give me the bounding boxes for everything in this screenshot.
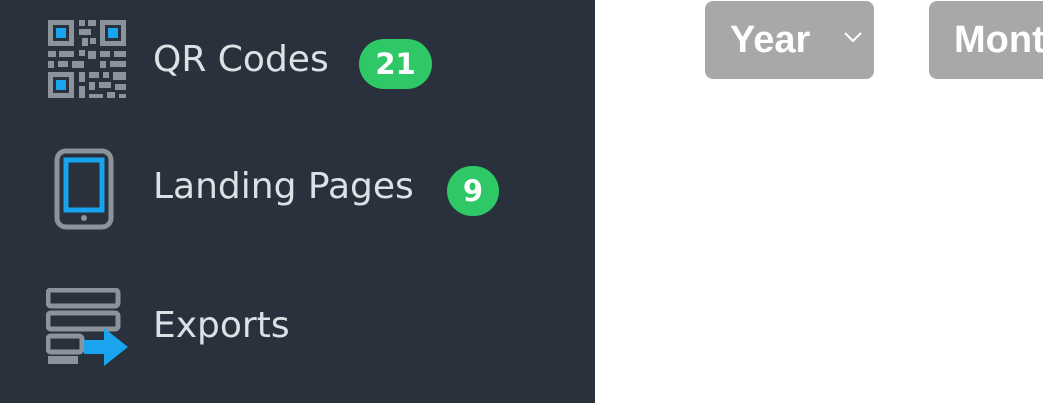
sidebar-item-label: QR Codes (153, 39, 329, 80)
export-icon (46, 288, 128, 366)
sidebar-item-exports[interactable]: Exports (0, 270, 595, 380)
sidebar: QR Codes 21 Landing Pages 9 Exports (0, 0, 595, 403)
month-dropdown-label: Mont (954, 19, 1043, 61)
chevron-down-icon (844, 32, 862, 43)
sidebar-item-landing-pages[interactable]: Landing Pages 9 (0, 136, 595, 246)
count-badge: 9 (447, 166, 499, 216)
qr-code-icon (48, 20, 126, 98)
sidebar-item-label: Exports (153, 305, 290, 346)
sidebar-item-qr-codes[interactable]: QR Codes 21 (0, 4, 595, 114)
count-badge: 21 (359, 39, 432, 89)
mobile-phone-icon (54, 148, 114, 230)
year-dropdown[interactable]: Year (705, 1, 874, 79)
sidebar-item-label: Landing Pages (153, 166, 414, 207)
month-dropdown[interactable]: Mont (929, 1, 1043, 79)
year-dropdown-label: Year (730, 19, 811, 61)
